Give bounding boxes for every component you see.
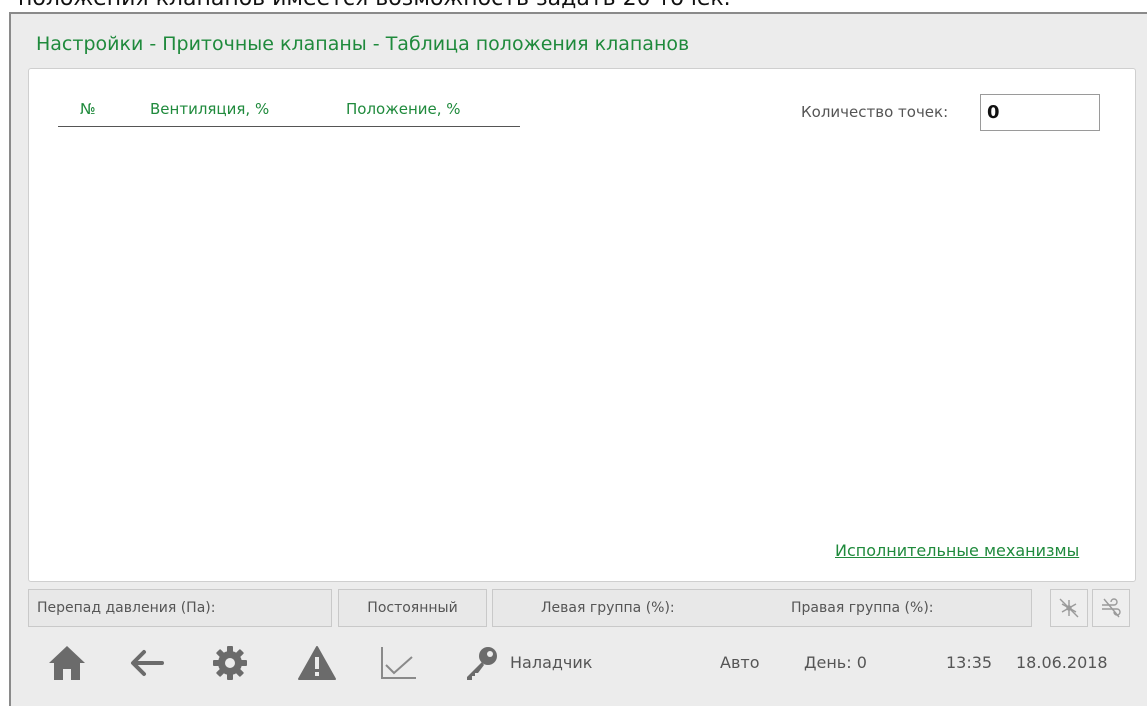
alarm-button[interactable]: [294, 640, 340, 686]
right-group-label: Правая группа (%):: [791, 600, 934, 616]
key-icon: [467, 647, 497, 680]
column-header-position: Положение, %: [346, 100, 461, 118]
document-caption-cut: положения клапанов имеется возможность з…: [18, 0, 731, 11]
clock-date: 18.06.2018: [1016, 653, 1108, 672]
user-role-label[interactable]: Наладчик: [510, 653, 592, 672]
home-button[interactable]: [44, 640, 90, 686]
chart-line-icon: [381, 647, 416, 679]
left-group-label: Левая группа (%):: [541, 600, 675, 616]
groups-status: Левая группа (%): Правая группа (%):: [492, 589, 1032, 627]
mode-label: Постоянный: [367, 600, 458, 616]
fan-off-icon: [1059, 598, 1079, 618]
warning-icon: [298, 646, 336, 680]
fan-off-button[interactable]: [1050, 589, 1088, 627]
wind-off-button[interactable]: [1092, 589, 1130, 627]
wind-off-icon: [1102, 598, 1121, 618]
trend-button[interactable]: [375, 640, 421, 686]
page-title: Настройки - Приточные клапаны - Таблица …: [36, 33, 690, 55]
user-button[interactable]: [458, 640, 504, 686]
clock-time: 13:35: [946, 653, 993, 672]
main-panel: [28, 68, 1136, 582]
arrow-left-icon: [131, 650, 164, 676]
mode-indicator: Авто: [720, 653, 760, 672]
column-header-ventilation: Вентиляция, %: [150, 100, 270, 118]
points-count-label: Количество точек:: [801, 103, 949, 121]
home-icon: [49, 646, 85, 680]
gear-icon: [213, 646, 247, 680]
settings-button[interactable]: [207, 640, 253, 686]
table-header-divider: [58, 126, 520, 127]
mode-status: Постоянный: [338, 589, 487, 627]
pressure-status: Перепад давления (Па):: [28, 589, 332, 627]
back-button[interactable]: [124, 640, 170, 686]
points-count-input[interactable]: [980, 94, 1100, 131]
day-indicator: День: 0: [804, 653, 867, 672]
pressure-label: Перепад давления (Па):: [37, 600, 216, 616]
column-header-number: №: [80, 100, 96, 118]
actuators-link[interactable]: Исполнительные механизмы: [835, 541, 1079, 560]
